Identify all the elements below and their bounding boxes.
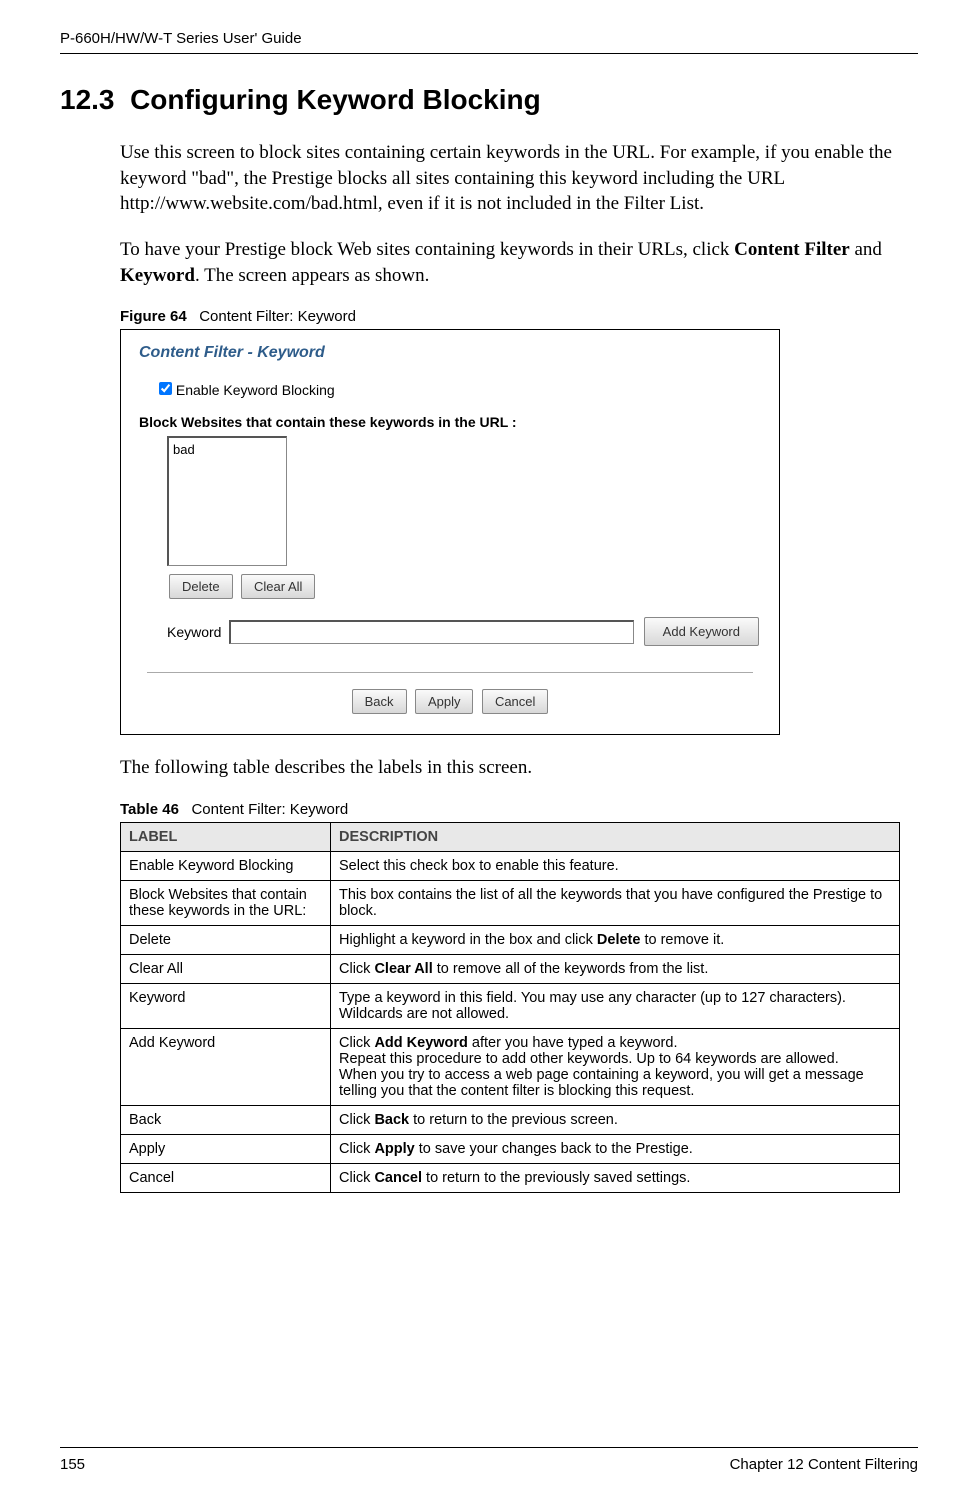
bottom-buttons-row: Back Apply Cancel [139, 687, 761, 716]
cell-label: Block Websites that contain these keywor… [121, 880, 331, 925]
block-websites-label: Block Websites that contain these keywor… [139, 414, 761, 430]
keyword-input-row: Keyword Add Keyword [167, 615, 761, 648]
cell-label: Apply [121, 1134, 331, 1163]
keyword-listbox[interactable]: bad [167, 436, 287, 566]
cell-desc: Highlight a keyword in the box and click… [331, 925, 900, 954]
table-row: Clear All Click Clear All to remove all … [121, 954, 900, 983]
page-header: P-660H/HW/W-T Series User' Guide [60, 30, 918, 54]
figure-caption: Figure 64 Content Filter: Keyword [120, 308, 918, 325]
cell-label: Clear All [121, 954, 331, 983]
bold: Delete [597, 932, 641, 948]
para2-post: . The screen appears as shown. [195, 265, 429, 286]
cell-label: Cancel [121, 1163, 331, 1192]
table-row: Keyword Type a keyword in this field. Yo… [121, 983, 900, 1028]
line: Click Add Keyword after you have typed a… [339, 1035, 891, 1051]
section-heading: 12.3 Configuring Keyword Blocking [60, 84, 918, 116]
bold: Cancel [374, 1170, 422, 1186]
enable-keyword-blocking-row: Enable Keyword Blocking [159, 382, 761, 398]
table-row: Delete Highlight a keyword in the box an… [121, 925, 900, 954]
line: Repeat this procedure to add other keywo… [339, 1051, 891, 1067]
delete-button[interactable]: Delete [169, 574, 233, 599]
chapter-title: Chapter 12 Content Filtering [730, 1456, 918, 1473]
table-label: Table 46 [120, 801, 179, 818]
paragraph-1: Use this screen to block sites containin… [120, 140, 918, 217]
line: When you try to access a web page contai… [339, 1067, 891, 1099]
para2-mid: and [850, 239, 882, 260]
divider [147, 672, 753, 673]
table-row: Block Websites that contain these keywor… [121, 880, 900, 925]
txt: to save your changes back to the Prestig… [415, 1141, 693, 1157]
back-button[interactable]: Back [352, 689, 407, 714]
cell-desc: Click Back to return to the previous scr… [331, 1105, 900, 1134]
header-left: P-660H/HW/W-T Series User' Guide [60, 30, 302, 47]
txt: Highlight a keyword in the box and click [339, 932, 597, 948]
cell-desc: This box contains the list of all the ke… [331, 880, 900, 925]
cell-desc: Click Add Keyword after you have typed a… [331, 1028, 900, 1105]
cell-label: Back [121, 1105, 331, 1134]
section-title: Configuring Keyword Blocking [130, 84, 541, 115]
cell-desc: Type a keyword in this field. You may us… [331, 983, 900, 1028]
txt: Click [339, 1112, 374, 1128]
cancel-button[interactable]: Cancel [482, 689, 548, 714]
clear-all-button[interactable]: Clear All [241, 574, 315, 599]
cell-desc: Click Clear All to remove all of the key… [331, 954, 900, 983]
keyword-field-label: Keyword [167, 624, 221, 640]
keyword-input[interactable] [229, 620, 633, 644]
cell-label: Enable Keyword Blocking [121, 851, 331, 880]
cell-label: Add Keyword [121, 1028, 331, 1105]
keyword-list-item[interactable]: bad [173, 442, 195, 457]
description-table: LABEL DESCRIPTION Enable Keyword Blockin… [120, 822, 900, 1193]
txt: Click [339, 1170, 374, 1186]
bold: Back [374, 1112, 409, 1128]
enable-keyword-blocking-label: Enable Keyword Blocking [176, 382, 335, 398]
cell-desc: Click Cancel to return to the previously… [331, 1163, 900, 1192]
page-footer: 155 Chapter 12 Content Filtering [60, 1447, 918, 1473]
section-number: 12.3 [60, 84, 115, 115]
panel-title: Content Filter - Keyword [139, 344, 761, 362]
cell-desc: Select this check box to enable this fea… [331, 851, 900, 880]
bold: Apply [374, 1141, 414, 1157]
figure-label: Figure 64 [120, 308, 187, 325]
txt: after you have typed a keyword. [468, 1035, 678, 1051]
cell-label: Delete [121, 925, 331, 954]
col-description: DESCRIPTION [331, 822, 900, 851]
para2-bold2: Keyword [120, 265, 195, 286]
bold: Add Keyword [374, 1035, 467, 1051]
txt: to remove it. [640, 932, 724, 948]
paragraph-2: To have your Prestige block Web sites co… [120, 237, 918, 288]
txt: Click [339, 961, 374, 977]
para2-pre: To have your Prestige block Web sites co… [120, 239, 734, 260]
table-row: Add Keyword Click Add Keyword after you … [121, 1028, 900, 1105]
table-row: Apply Click Apply to save your changes b… [121, 1134, 900, 1163]
para2-bold1: Content Filter [734, 239, 850, 260]
table-intro: The following table describes the labels… [120, 755, 918, 781]
enable-keyword-blocking-checkbox[interactable] [159, 382, 172, 395]
table-row: Back Click Back to return to the previou… [121, 1105, 900, 1134]
figure-caption-text: Content Filter: Keyword [199, 308, 356, 325]
table-row: Enable Keyword Blocking Select this chec… [121, 851, 900, 880]
table-header-row: LABEL DESCRIPTION [121, 822, 900, 851]
figure-content-filter-keyword: Content Filter - Keyword Enable Keyword … [120, 329, 780, 735]
table-caption-text: Content Filter: Keyword [191, 801, 348, 818]
add-keyword-button[interactable]: Add Keyword [644, 617, 759, 646]
cell-desc: Click Apply to save your changes back to… [331, 1134, 900, 1163]
txt: Click [339, 1035, 374, 1051]
txt: to return to the previously saved settin… [422, 1170, 690, 1186]
cell-label: Keyword [121, 983, 331, 1028]
table-row: Cancel Click Cancel to return to the pre… [121, 1163, 900, 1192]
bold: Clear All [374, 961, 432, 977]
page-number: 155 [60, 1456, 85, 1473]
txt: Click [339, 1141, 374, 1157]
col-label: LABEL [121, 822, 331, 851]
table-caption: Table 46 Content Filter: Keyword [120, 801, 918, 818]
apply-button[interactable]: Apply [415, 689, 474, 714]
txt: to return to the previous screen. [409, 1112, 618, 1128]
list-buttons-row: Delete Clear All [167, 572, 761, 601]
txt: to remove all of the keywords from the l… [433, 961, 709, 977]
